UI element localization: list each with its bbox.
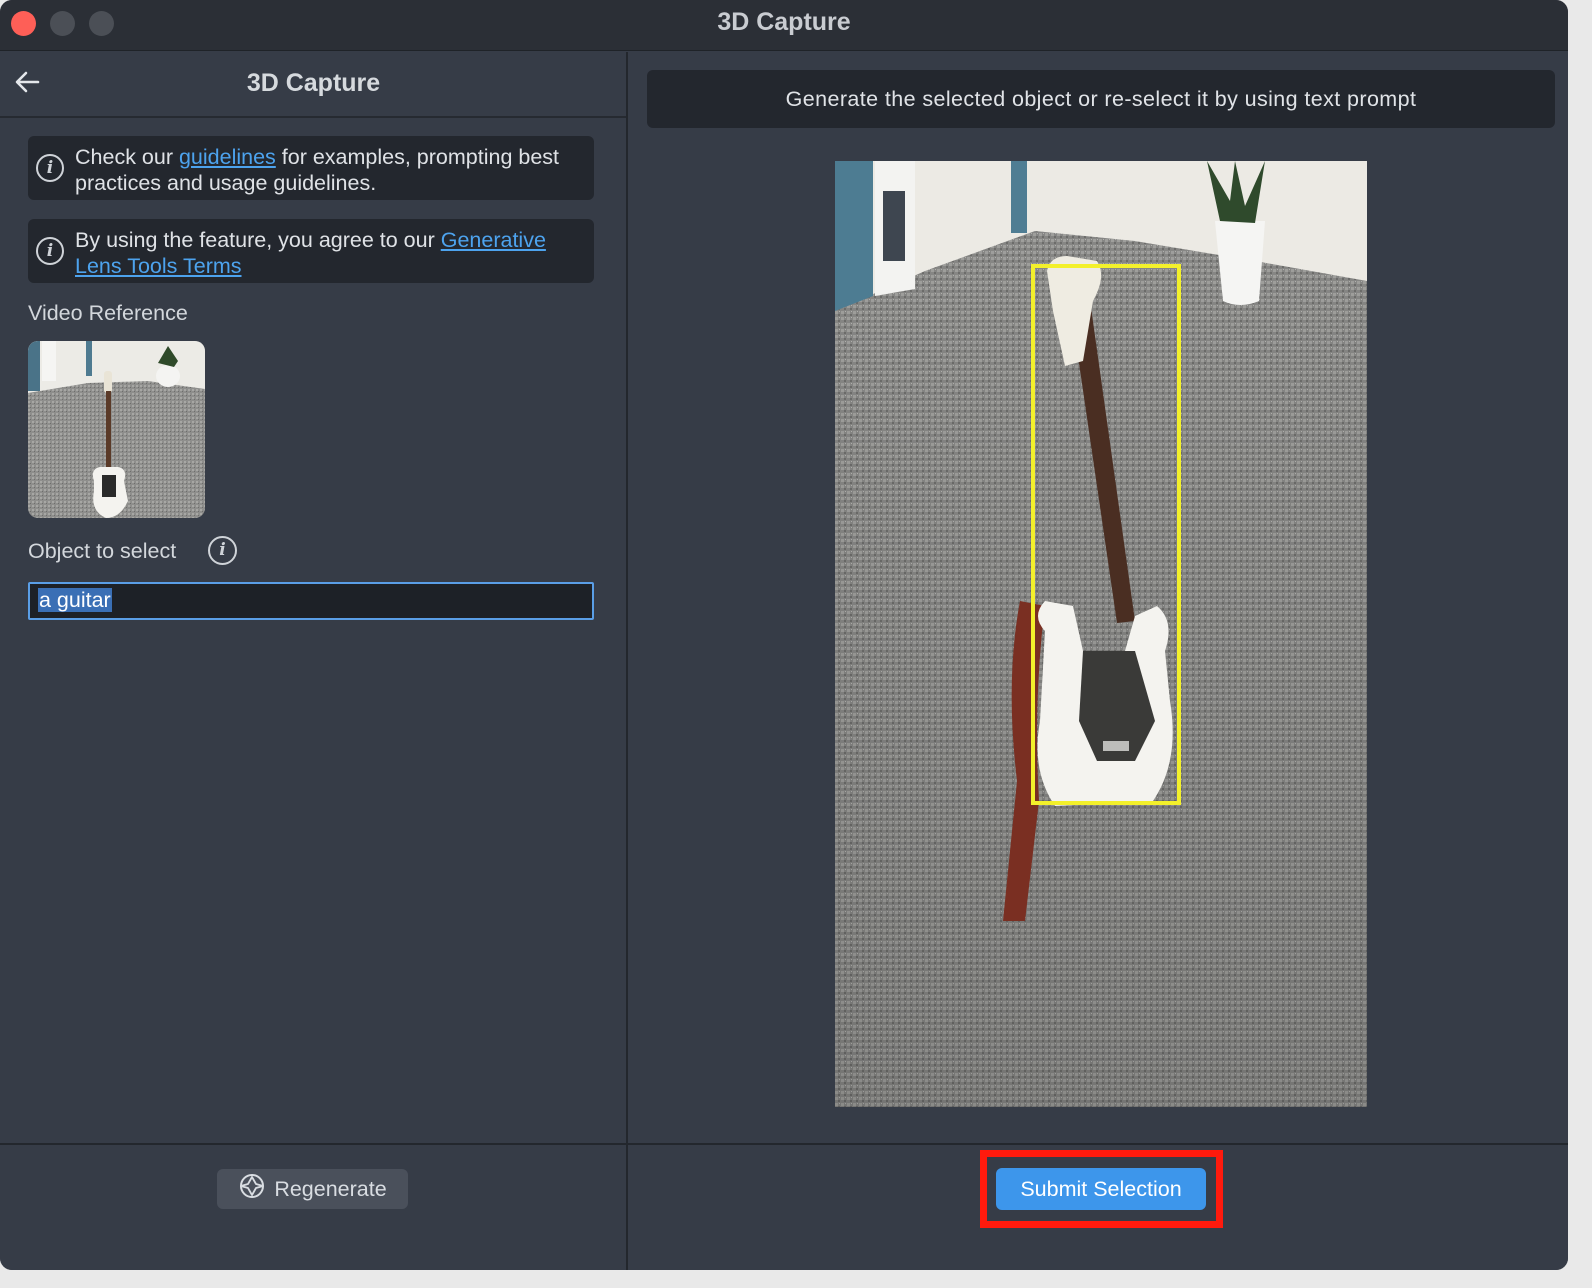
video-reference-thumbnail[interactable] (28, 341, 205, 518)
info-icon: i (36, 237, 64, 265)
info-icon: i (36, 154, 64, 182)
left-footer: Regenerate (0, 1143, 627, 1270)
submit-selection-button[interactable]: Submit Selection (996, 1168, 1206, 1210)
right-footer: Submit Selection (628, 1143, 1568, 1270)
left-panel-header: 3D Capture (0, 52, 627, 118)
guidelines-link[interactable]: guidelines (179, 145, 276, 169)
guidelines-notice: i Check our guidelines for examples, pro… (28, 136, 594, 200)
terms-notice: i By using the feature, you agree to our… (28, 219, 594, 283)
regenerate-icon (238, 1172, 266, 1206)
panel-title: 3D Capture (246, 69, 381, 97)
notice-text: Check our (75, 145, 179, 169)
regenerate-button[interactable]: Regenerate (217, 1169, 408, 1209)
input-value: a guitar (38, 588, 112, 612)
notice-text: By using the feature, you agree to our (75, 228, 441, 252)
title-bar: 3D Capture (0, 0, 1568, 51)
capture-preview-image[interactable] (835, 161, 1367, 1107)
window-title: 3D Capture (717, 8, 851, 36)
selection-bounding-box (1031, 264, 1181, 805)
left-panel: 3D Capture i Check our guidelines for ex… (0, 52, 627, 1270)
app-window: 3D Capture 3D Capture i Check our guidel… (0, 0, 1568, 1270)
prompt-banner: Generate the selected object or re-selec… (647, 70, 1555, 128)
video-reference-label: Video Reference (28, 301, 188, 325)
right-panel: Generate the selected object or re-selec… (628, 52, 1568, 1270)
info-icon[interactable]: i (208, 536, 237, 565)
regenerate-label: Regenerate (274, 1176, 387, 1201)
object-to-select-label: Object to select (28, 539, 177, 563)
object-prompt-input[interactable]: a guitar (28, 582, 594, 620)
